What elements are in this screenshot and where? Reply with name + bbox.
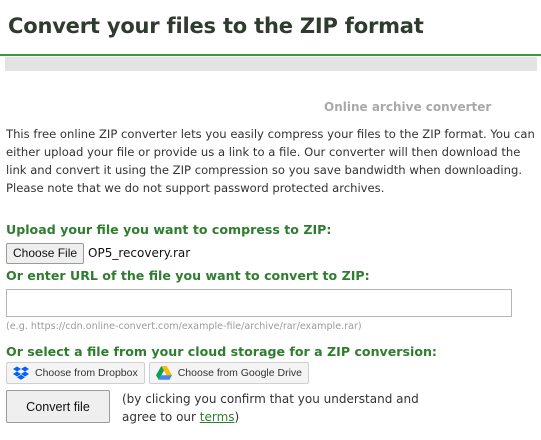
dropbox-icon [13, 366, 29, 380]
selected-file-name: OP5_recovery.rar [88, 246, 191, 260]
intro-description: This free online ZIP converter lets you … [6, 127, 535, 195]
choose-file-button[interactable]: Choose File [6, 242, 85, 264]
page-subtitle: Online archive converter [324, 100, 492, 114]
consent-text-end: ) [234, 410, 240, 424]
choose-from-dropbox-button[interactable]: Choose from Dropbox [6, 362, 145, 384]
dropbox-button-label: Choose from Dropbox [35, 367, 138, 379]
convert-file-button[interactable]: Convert file [6, 390, 110, 423]
cloud-storage-label: Or select a file from your cloud storage… [6, 344, 437, 359]
url-label: Or enter URL of the file you want to con… [6, 268, 370, 283]
terms-consent-text: (by clicking you confirm that you unders… [122, 390, 452, 426]
cloud-storage-buttons: Choose from Dropbox Choose from Google D… [6, 362, 310, 384]
converter-page: Convert your files to the ZIP format Onl… [0, 0, 541, 440]
google-drive-icon [155, 366, 172, 380]
page-header: Convert your files to the ZIP format [0, 0, 541, 56]
upload-label: Upload your file you want to compress to… [6, 222, 332, 237]
consent-text: (by clicking you confirm that you unders… [122, 392, 419, 424]
url-example-hint: (e.g. https://cdn.online-convert.com/exa… [6, 321, 362, 332]
choose-from-google-drive-button[interactable]: Choose from Google Drive [148, 362, 310, 384]
google-drive-button-label: Choose from Google Drive [177, 367, 303, 379]
header-divider-bar [5, 57, 537, 71]
url-input[interactable] [6, 289, 512, 317]
terms-link[interactable]: terms [200, 410, 235, 424]
page-title: Convert your files to the ZIP format [8, 14, 424, 38]
file-upload-row: Choose File OP5_recovery.rar [6, 242, 190, 264]
